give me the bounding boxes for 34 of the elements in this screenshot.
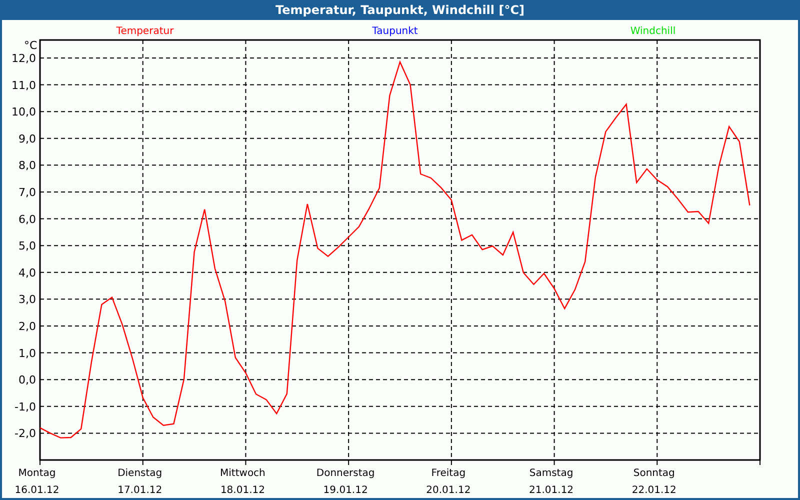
legend-label: Windchill <box>630 26 676 37</box>
y-tick-label: 4,0 <box>18 266 36 280</box>
weekday-label: Mittwoch <box>220 468 266 479</box>
y-tick-label: 9,0 <box>18 132 36 146</box>
y-tick-label: 12,0 <box>12 52 36 65</box>
date-label: 19.01.12 <box>323 485 368 496</box>
date-label: 22.01.12 <box>632 485 676 496</box>
y-tick-label: 11,0 <box>12 78 36 92</box>
date-label: 20.01.12 <box>426 485 471 496</box>
weekday-label: Sonntag <box>633 468 675 479</box>
y-tick-label: -2,0 <box>14 427 36 440</box>
y-tick-label: 1,0 <box>18 346 36 360</box>
legend-label: Taupunkt <box>372 26 418 37</box>
y-tick-label: 3,0 <box>18 293 36 306</box>
y-tick-label: -1,0 <box>14 400 36 414</box>
y-tick-label: 8,0 <box>18 159 36 172</box>
y-tick-label: 2,0 <box>18 320 36 333</box>
y-tick-label: 5,0 <box>18 240 36 253</box>
y-tick-label: 7,0 <box>18 186 36 199</box>
date-label: 21.01.12 <box>529 485 574 496</box>
date-label: 17.01.12 <box>118 485 162 496</box>
weekday-label: Dienstag <box>118 468 162 479</box>
date-label: 18.01.12 <box>220 485 265 496</box>
y-tick-label: 6,0 <box>18 212 36 226</box>
weekday-label: Freitag <box>431 468 466 479</box>
date-label: 16.01.12 <box>14 485 60 496</box>
weekday-label: Donnerstag <box>316 468 375 479</box>
weekday-label: Montag <box>18 468 56 479</box>
y-tick-label: 10,0 <box>12 106 36 119</box>
y-axis-unit: °C <box>24 39 38 52</box>
y-tick-label: 0,0 <box>18 374 36 387</box>
weekday-label: Samstag <box>529 468 574 479</box>
legend-label: Temperatur <box>116 26 174 37</box>
window-title: Temperatur, Taupunkt, Windchill [°C] <box>274 2 526 19</box>
